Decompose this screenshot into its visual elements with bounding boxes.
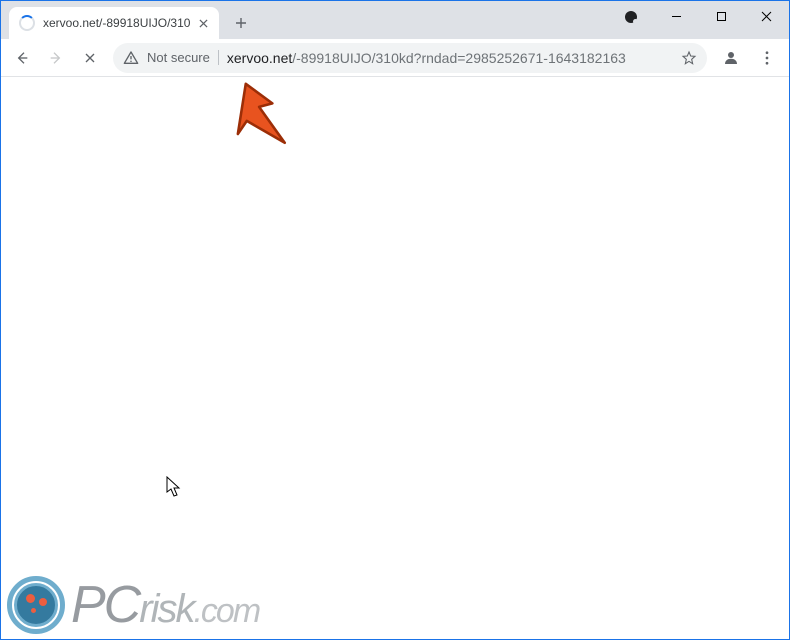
url-text: xervoo.net/-89918UIJO/310kd?rndad=298525… (227, 50, 673, 66)
url-path: /-89918UIJO/310kd?rndad=2985252671-16431… (292, 50, 626, 66)
stop-reload-button[interactable] (75, 43, 105, 73)
close-icon (761, 11, 772, 22)
watermark-text-risk: risk (139, 587, 193, 632)
loading-spinner-icon (19, 15, 35, 31)
watermark: PCrisk.com (7, 575, 259, 635)
star-icon (681, 50, 697, 66)
bookmark-button[interactable] (681, 50, 697, 66)
arrow-left-icon (14, 50, 30, 66)
maximize-button[interactable] (699, 1, 744, 31)
arrow-right-icon (48, 50, 64, 66)
watermark-badge-icon (7, 576, 65, 634)
security-label: Not secure (147, 50, 219, 65)
watermark-text-pc: PC (71, 575, 139, 635)
window-controls (654, 1, 789, 31)
watermark-text-com: .com (193, 592, 259, 631)
tab-close-button[interactable] (195, 15, 211, 31)
person-icon (722, 49, 740, 67)
url-host: xervoo.net (227, 50, 292, 66)
annotation-arrow-icon (213, 79, 299, 165)
browser-toolbar: Not secure xervoo.net/-89918UIJO/310kd?r… (1, 39, 789, 77)
plus-icon (235, 17, 247, 29)
kebab-menu-icon (758, 49, 776, 67)
new-tab-button[interactable] (227, 9, 255, 37)
minimize-icon (671, 11, 682, 22)
watermark-text: PCrisk.com (71, 575, 259, 635)
close-window-button[interactable] (744, 1, 789, 31)
close-icon (199, 19, 208, 28)
address-bar[interactable]: Not secure xervoo.net/-89918UIJO/310kd?r… (113, 43, 707, 73)
not-secure-warning-icon (123, 50, 139, 66)
incognito-or-recording-indicator-icon (623, 9, 639, 25)
close-icon (82, 50, 98, 66)
forward-button[interactable] (41, 43, 71, 73)
tab-title: xervoo.net/-89918UIJO/310kd?rn (43, 16, 191, 30)
maximize-icon (716, 11, 727, 22)
page-viewport: PCrisk.com (1, 77, 789, 639)
titlebar: xervoo.net/-89918UIJO/310kd?rn (1, 1, 789, 39)
browser-window: xervoo.net/-89918UIJO/310kd?rn (0, 0, 790, 640)
chrome-menu-button[interactable] (751, 42, 783, 74)
minimize-button[interactable] (654, 1, 699, 31)
profile-button[interactable] (715, 42, 747, 74)
browser-tab[interactable]: xervoo.net/-89918UIJO/310kd?rn (9, 7, 219, 39)
mouse-cursor-icon (166, 476, 182, 498)
back-button[interactable] (7, 43, 37, 73)
